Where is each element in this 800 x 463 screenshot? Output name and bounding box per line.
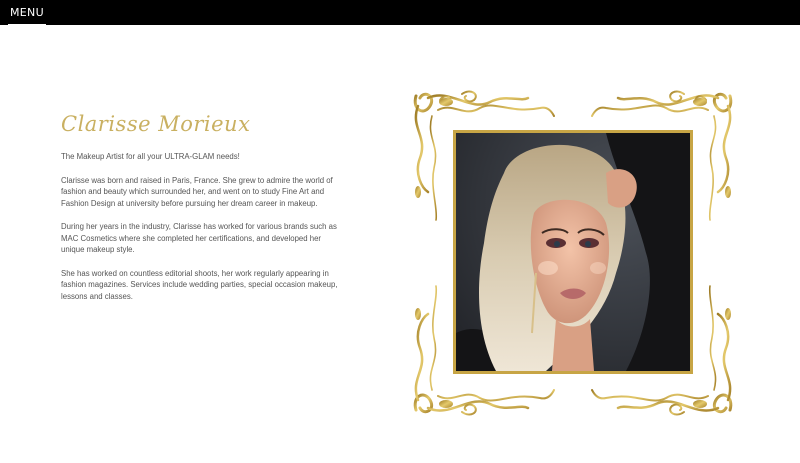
bio-paragraph-3: She has worked on countless editorial sh… [61, 268, 338, 301]
portrait-photo [453, 130, 693, 374]
bio-section: Clarisse Morieux The Makeup Artist for a… [61, 112, 346, 314]
top-nav-bar: MENU [0, 0, 800, 25]
menu-underline [8, 24, 46, 25]
artist-name: Clarisse Morieux [61, 112, 251, 136]
menu-button[interactable]: MENU [0, 0, 54, 25]
bio-paragraph-2: During her years in the industry, Claris… [61, 222, 337, 254]
bio-paragraph-1: Clarisse was born and raised in Paris, F… [61, 175, 333, 208]
tagline: The Makeup Artist for all your ULTRA-GLA… [61, 152, 240, 161]
